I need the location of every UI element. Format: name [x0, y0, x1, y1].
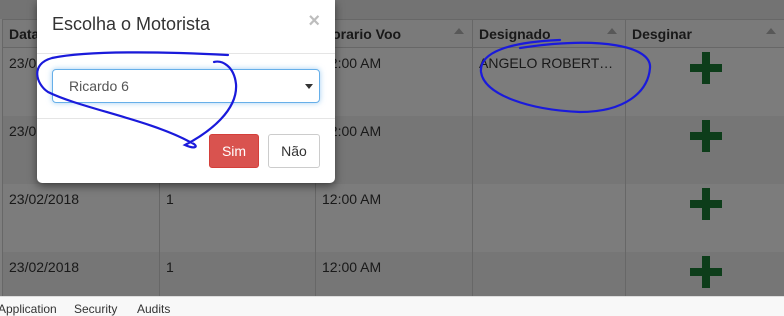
dialog-title: Escolha o Motorista [52, 14, 211, 34]
driver-select[interactable]: Ricardo 6 [52, 69, 320, 103]
bottom-nav: Application Security Audits [0, 296, 784, 316]
choose-driver-dialog: Escolha o Motorista × Ricardo 6 Sim Não [37, 0, 335, 183]
dialog-body: Ricardo 6 [37, 54, 335, 119]
chevron-down-icon [305, 84, 313, 89]
close-icon[interactable]: × [308, 10, 320, 33]
nav-item-audits[interactable]: Audits [137, 302, 170, 316]
nav-item-application[interactable]: Application [0, 302, 57, 316]
nav-item-security[interactable]: Security [74, 302, 117, 316]
driver-select-value: Ricardo 6 [69, 78, 129, 94]
confirm-button[interactable]: Sim [209, 134, 259, 168]
cancel-button[interactable]: Não [268, 134, 320, 168]
dialog-header: Escolha o Motorista × [37, 0, 335, 54]
